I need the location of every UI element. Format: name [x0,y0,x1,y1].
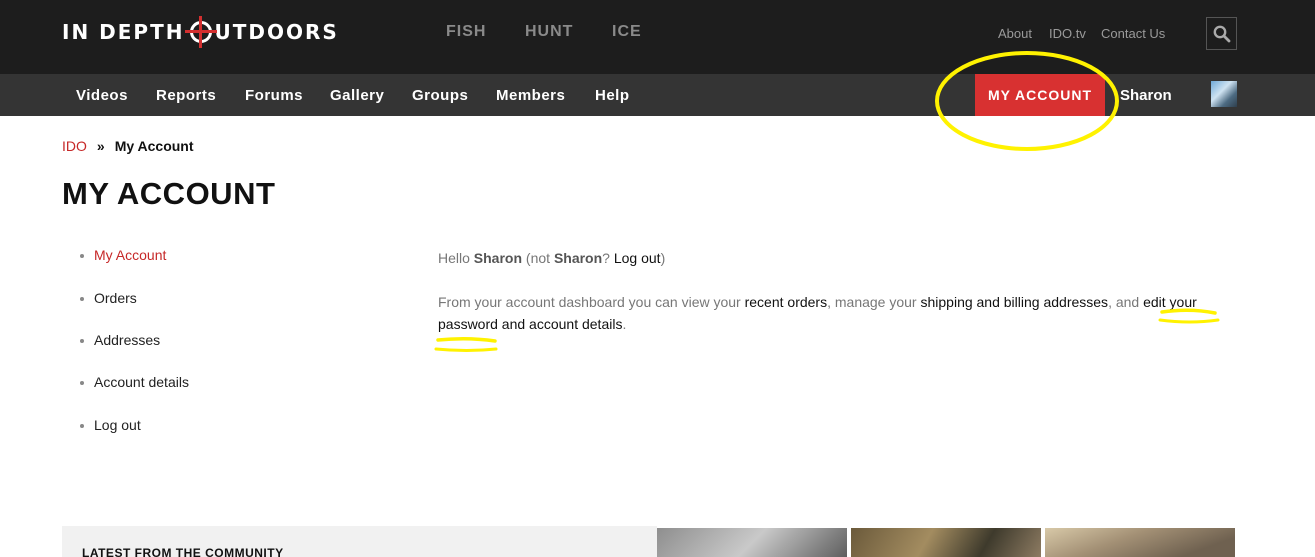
top-nav-fish[interactable]: FISH [446,23,486,41]
menu-label: Log out [94,417,141,433]
about-link[interactable]: About [998,26,1032,41]
intro-text: From your account dashboard you can view… [438,294,745,310]
intro-text: , manage your [827,294,921,310]
greeting-not: (not [522,250,554,266]
account-menu-logout[interactable]: Log out [80,417,141,433]
greeting: Hello Sharon (not Sharon? Log out) [438,247,1228,269]
page-title: MY ACCOUNT [62,176,276,211]
community-section: LATEST FROM THE COMMUNITY [62,526,657,557]
idotv-link[interactable]: IDO.tv [1049,26,1086,41]
nav-gallery[interactable]: Gallery [330,87,384,104]
account-menu-orders[interactable]: Orders [80,290,137,306]
breadcrumb-current: My Account [114,138,194,154]
search-button[interactable] [1206,17,1237,50]
intro-text: . [622,316,627,332]
addresses-link[interactable]: shipping and billing addresses [920,294,1108,310]
recent-orders-link[interactable]: recent orders [745,294,827,310]
greeting-not-user: Sharon [553,250,603,266]
contact-us-link[interactable]: Contact Us [1101,26,1165,41]
menu-label: My Account [94,247,167,263]
bullet-icon [80,424,84,429]
menu-label: Orders [94,290,137,306]
logout-link[interactable]: Log out [614,250,661,266]
community-thumbnail[interactable] [851,528,1041,557]
nav-forums[interactable]: Forums [245,87,303,104]
main-nav: Videos Reports Forums Gallery Groups Mem… [0,74,1315,116]
avatar[interactable] [1211,81,1237,107]
community-thumbnail[interactable] [1045,528,1235,557]
dashboard-intro: From your account dashboard you can view… [438,291,1228,335]
breadcrumb-separator: » [96,138,105,154]
highlight-underline [434,347,498,352]
nav-groups[interactable]: Groups [412,87,468,104]
bullet-icon [80,254,84,259]
breadcrumb-home-link[interactable]: IDO [62,138,87,154]
user-name-link[interactable]: Sharon [1120,87,1172,104]
greeting-user: Sharon [473,250,523,266]
account-menu-addresses[interactable]: Addresses [80,332,160,348]
nav-videos[interactable]: Videos [76,87,128,104]
nav-help[interactable]: Help [595,87,630,104]
greeting-text: Hello [438,250,474,266]
greeting-paren: ) [660,250,666,266]
site-logo[interactable]: IN DEPTH UTDOORS [62,16,339,48]
bullet-icon [80,381,84,386]
top-nav-ice[interactable]: ICE [612,23,642,41]
highlight-underline [436,336,497,343]
bullet-icon [80,339,84,344]
account-menu-dashboard[interactable]: My Account [80,247,166,263]
greeting-question: ? [602,250,614,266]
community-heading: LATEST FROM THE COMMUNITY [82,546,284,557]
nav-reports[interactable]: Reports [156,87,216,104]
community-thumbnail[interactable] [657,528,847,557]
top-header: IN DEPTH UTDOORS FISH HUNT ICE About IDO… [0,0,1315,74]
my-account-button[interactable]: MY ACCOUNT [975,74,1105,116]
nav-members[interactable]: Members [496,87,565,104]
breadcrumb: IDO » My Account [62,138,194,154]
crosshair-icon [185,16,218,48]
bullet-icon [80,297,84,302]
account-dashboard: Hello Sharon (not Sharon? Log out) From … [438,247,1228,335]
top-nav-hunt[interactable]: HUNT [525,23,573,41]
menu-label: Account details [94,374,189,390]
menu-label: Addresses [94,332,161,348]
logo-text-left: IN DEPTH [62,20,185,44]
intro-text: , and [1108,294,1144,310]
search-icon [1213,25,1230,42]
account-menu-details[interactable]: Account details [80,374,189,390]
logo-text-right: UTDOORS [214,20,339,44]
